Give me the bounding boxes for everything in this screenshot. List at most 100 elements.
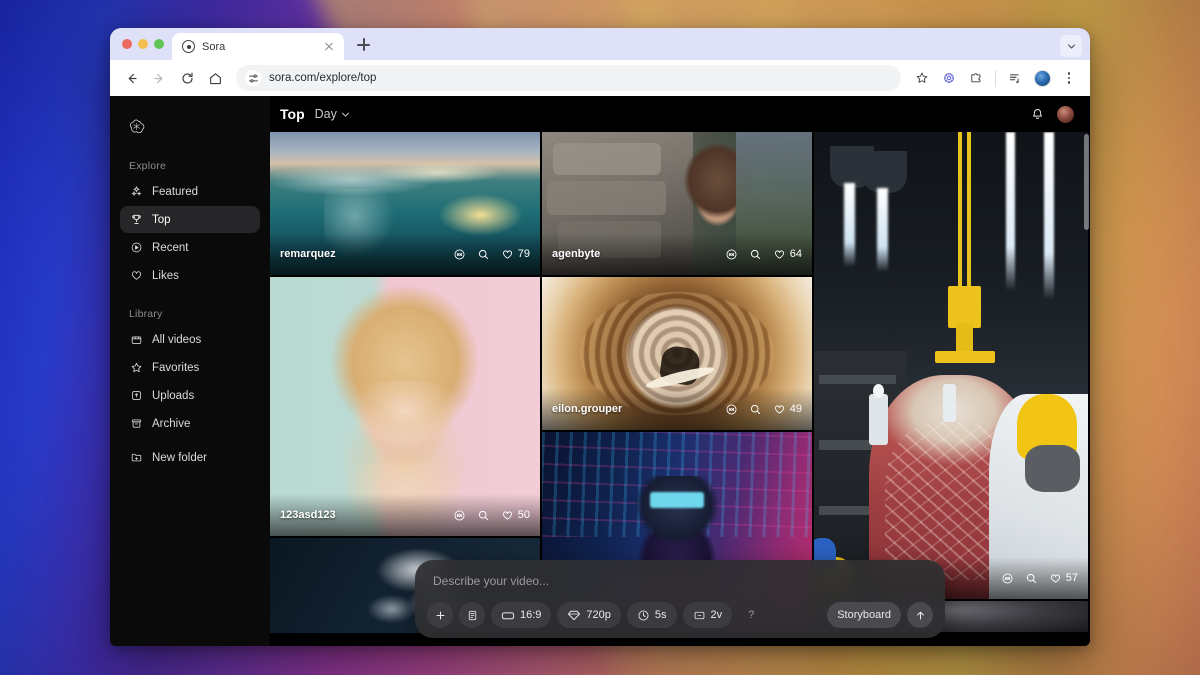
more-menu-icon[interactable]: [1056, 65, 1082, 91]
like-icon[interactable]: 64: [773, 248, 802, 261]
card-username[interactable]: 123asd123: [280, 509, 336, 521]
close-tab-icon[interactable]: [322, 40, 336, 54]
settings-gear-icon[interactable]: [936, 65, 962, 91]
sidebar-item-recent[interactable]: Recent: [120, 234, 260, 261]
resolution-selector[interactable]: 720p: [557, 602, 620, 628]
search-icon[interactable]: [477, 248, 490, 261]
upload-box-icon: [129, 389, 143, 403]
browser-toolbar: sora.com/explore/top: [110, 60, 1090, 96]
reload-icon[interactable]: [174, 65, 200, 91]
avatar[interactable]: [1057, 106, 1074, 123]
frame-icon: [501, 610, 515, 621]
folder-plus-icon: [129, 451, 143, 465]
variants-value: 2v: [711, 609, 723, 621]
duration-value: 5s: [655, 609, 667, 621]
card-overlay: 123asd123: [270, 494, 540, 536]
video-card[interactable]: 57: [814, 132, 1088, 599]
video-card[interactable]: remarquez: [270, 132, 540, 275]
forward-arrow-icon: [146, 65, 172, 91]
video-card[interactable]: eilon.grouper: [542, 277, 812, 430]
search-icon[interactable]: [749, 248, 762, 261]
submit-prompt-button[interactable]: [907, 602, 933, 628]
help-button[interactable]: ?: [738, 602, 764, 628]
storyboard-button[interactable]: Storyboard: [827, 602, 901, 628]
new-tab-button[interactable]: [351, 32, 377, 58]
remix-icon[interactable]: [725, 403, 738, 416]
back-arrow-icon[interactable]: [118, 65, 144, 91]
sidebar-item-favorites[interactable]: Favorites: [120, 354, 260, 381]
vertical-scrollbar[interactable]: [1084, 134, 1089, 230]
card-actions: 49: [725, 403, 802, 416]
card-overlay: agenbyte: [542, 233, 812, 275]
sidebar-item-likes[interactable]: Likes: [120, 262, 260, 289]
maximize-window-button[interactable]: [154, 39, 164, 49]
giant-steak-crane-warehouse-thumbnail: [814, 132, 1088, 599]
openai-logo[interactable]: [120, 108, 260, 144]
clock-icon: [637, 609, 650, 622]
close-window-button[interactable]: [122, 39, 132, 49]
like-count: 79: [518, 248, 530, 260]
remix-icon[interactable]: [453, 248, 466, 261]
search-icon[interactable]: [1025, 572, 1038, 585]
card-username[interactable]: agenbyte: [552, 248, 600, 260]
sidebar-item-top[interactable]: Top: [120, 206, 260, 233]
sidebar-item-label: New folder: [152, 452, 207, 464]
time-filter-dropdown[interactable]: Day: [315, 107, 350, 121]
prompt-input[interactable]: Describe your video...: [427, 572, 933, 602]
video-card[interactable]: agenbyte: [542, 132, 812, 275]
sidebar-item-label: Favorites: [152, 362, 199, 374]
sidebar-item-archive[interactable]: Archive: [120, 410, 260, 437]
bell-icon[interactable]: [1030, 107, 1045, 122]
card-username[interactable]: remarquez: [280, 248, 336, 260]
video-card[interactable]: 123asd123: [270, 277, 540, 536]
like-icon[interactable]: 50: [501, 509, 530, 522]
duration-selector[interactable]: 5s: [627, 602, 677, 628]
sidebar-item-all-videos[interactable]: All videos: [120, 326, 260, 353]
sidebar-section-explore: Explore Featured Top: [120, 156, 260, 290]
sidebar-item-uploads[interactable]: Uploads: [120, 382, 260, 409]
sidebar-item-new-folder[interactable]: New folder: [120, 444, 260, 471]
like-icon[interactable]: 57: [1049, 572, 1078, 585]
remix-icon[interactable]: [725, 248, 738, 261]
browser-tab[interactable]: Sora: [172, 33, 344, 60]
reading-list-icon[interactable]: [1002, 65, 1028, 91]
minimize-window-button[interactable]: [138, 39, 148, 49]
card-actions: 79: [453, 248, 530, 261]
bookmark-star-icon[interactable]: [909, 65, 935, 91]
search-icon[interactable]: [749, 403, 762, 416]
address-bar[interactable]: sora.com/explore/top: [236, 65, 901, 91]
like-count: 49: [790, 403, 802, 415]
url-text: sora.com/explore/top: [269, 72, 376, 84]
window-controls[interactable]: [120, 28, 172, 60]
remix-icon[interactable]: [453, 509, 466, 522]
sidebar-item-label: Likes: [152, 270, 179, 282]
sidebar-item-featured[interactable]: Featured: [120, 178, 260, 205]
star-icon: [129, 361, 143, 375]
home-icon[interactable]: [202, 65, 228, 91]
variants-selector[interactable]: 2v: [683, 602, 733, 628]
page-title: Top: [280, 106, 305, 122]
sparkle-icon: [129, 185, 143, 199]
tab-search-button[interactable]: [1060, 35, 1082, 57]
aspect-ratio-selector[interactable]: 16:9: [491, 602, 551, 628]
search-icon[interactable]: [477, 509, 490, 522]
site-settings-icon[interactable]: [245, 70, 261, 86]
tab-title: Sora: [202, 41, 315, 53]
like-icon[interactable]: 79: [501, 248, 530, 261]
toolbar-divider: [995, 70, 996, 87]
card-username[interactable]: eilon.grouper: [552, 403, 622, 415]
sidebar-spacer: [120, 290, 260, 304]
aspect-ratio-value: 16:9: [520, 609, 541, 621]
storyboard-card-icon[interactable]: [459, 602, 485, 628]
remix-icon[interactable]: [1001, 572, 1014, 585]
trophy-icon: [129, 213, 143, 227]
sidebar-section-label: Library: [120, 304, 260, 326]
card-actions: 57: [1001, 572, 1078, 585]
browser-window: Sora: [110, 28, 1090, 646]
like-icon[interactable]: 49: [773, 403, 802, 416]
header-actions: [1030, 106, 1074, 123]
extensions-puzzle-icon[interactable]: [963, 65, 989, 91]
profile-avatar-icon[interactable]: [1029, 65, 1055, 91]
sidebar-section-library: Library All videos Favorites: [120, 304, 260, 472]
add-attachment-button[interactable]: [427, 602, 453, 628]
